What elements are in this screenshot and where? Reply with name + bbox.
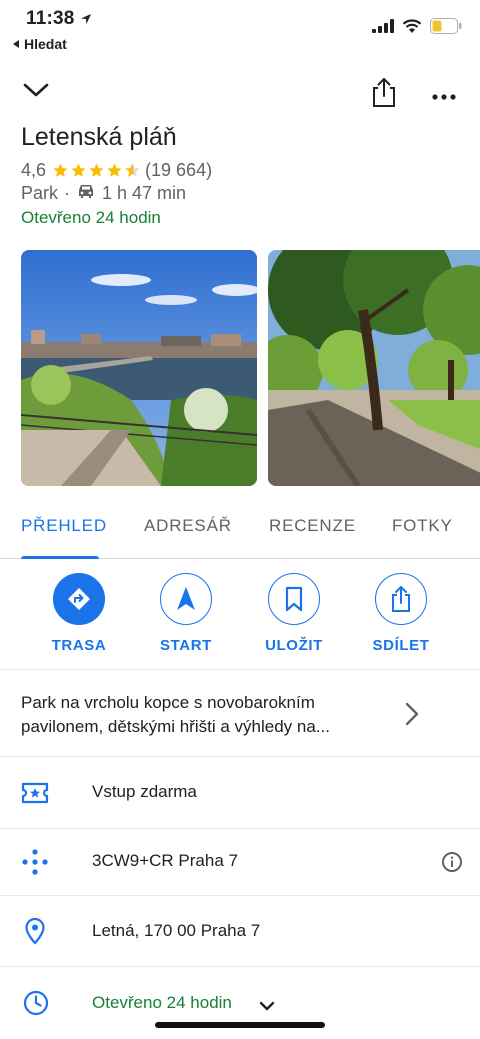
collapse-chevron-icon[interactable]: [22, 80, 50, 105]
start-label: START: [160, 637, 212, 654]
save-label: ULOŽIT: [265, 637, 323, 654]
photo-city-view[interactable]: [21, 250, 257, 486]
tab-fotky[interactable]: FOTKY: [392, 516, 453, 536]
start-button[interactable]: START: [136, 573, 236, 654]
action-buttons: TRASA START ULOŽIT SDÍLET: [0, 560, 480, 670]
hours-row[interactable]: Otevřeno 24 hodin: [0, 968, 480, 1039]
chevron-right-icon: [404, 701, 420, 732]
directions-label: TRASA: [51, 637, 107, 654]
open-status: Otevřeno 24 hodin: [21, 208, 161, 227]
share-icon[interactable]: [370, 76, 398, 113]
directions-icon: [53, 573, 105, 625]
separator-dot: ·: [64, 183, 71, 203]
admission-row[interactable]: Vstup zdarma: [0, 758, 480, 829]
top-action-bar: [0, 70, 480, 114]
address-row[interactable]: Letná, 170 00 Praha 7: [0, 897, 480, 967]
back-triangle-icon: [13, 40, 19, 48]
category-label: Park: [21, 183, 59, 203]
share-label: SDÍLET: [372, 637, 430, 654]
category-row: Park · 1 h 47 min: [21, 183, 186, 204]
address-text: Letná, 170 00 Praha 7: [92, 921, 261, 940]
review-count: (19 664): [145, 159, 213, 180]
ticket-icon: [21, 781, 49, 810]
tab-adresar[interactable]: ADRESÁŘ: [144, 516, 232, 536]
bookmark-icon: [268, 573, 320, 625]
hours-text: Otevřeno 24 hodin: [92, 993, 232, 1012]
back-to-search-link[interactable]: Hledat: [13, 36, 67, 52]
admission-text: Vstup zdarma: [92, 782, 197, 801]
car-icon: [76, 183, 96, 204]
tab-prehled[interactable]: PŘEHLED: [21, 516, 107, 536]
navigation-icon: [160, 573, 212, 625]
tab-bar: PŘEHLED ADRESÁŘ RECENZE FOTKY: [0, 505, 480, 559]
directions-button[interactable]: TRASA: [29, 573, 129, 654]
location-arrow-icon: [80, 12, 92, 30]
place-description: Park na vrcholu kopce s novobarokním pav…: [21, 693, 330, 736]
star-icon: [107, 162, 122, 177]
wifi-icon: [402, 18, 422, 33]
location-pin-icon: [24, 917, 46, 950]
plus-code-icon: [21, 848, 49, 881]
status-time: 11:38: [26, 8, 75, 29]
status-bar: 11:38 Hledat: [0, 0, 480, 56]
save-button[interactable]: ULOŽIT: [244, 573, 344, 654]
rating-stars: [52, 162, 142, 179]
star-icon: [89, 162, 104, 177]
signal-icon: [372, 19, 394, 33]
plus-code-row[interactable]: 3CW9+CR Praha 7: [0, 830, 480, 896]
share-button[interactable]: SDÍLET: [351, 573, 451, 654]
rating-value: 4,6: [21, 159, 47, 180]
share-icon: [375, 573, 427, 625]
place-title: Letenská pláň: [21, 123, 177, 151]
rating-row[interactable]: 4,6 (19 664): [21, 158, 212, 182]
home-indicator[interactable]: [155, 1022, 325, 1028]
star-icon: [53, 162, 68, 177]
star-half-icon: [125, 162, 140, 177]
status-icons: [372, 18, 462, 34]
chevron-down-icon[interactable]: [259, 998, 275, 1016]
back-label: Hledat: [24, 36, 67, 52]
battery-icon: [430, 18, 462, 34]
photo-carousel[interactable]: [21, 250, 480, 486]
travel-time: 1 h 47 min: [102, 183, 187, 203]
active-tab-indicator: [21, 556, 99, 559]
info-icon[interactable]: [441, 851, 463, 878]
plus-code-text: 3CW9+CR Praha 7: [92, 851, 238, 870]
clock-icon: [23, 990, 49, 1021]
photo-park-trees[interactable]: [268, 250, 480, 486]
more-options-icon[interactable]: [432, 88, 456, 106]
description-row[interactable]: Park na vrcholu kopce s novobarokním pav…: [0, 671, 480, 757]
tab-recenze[interactable]: RECENZE: [269, 516, 356, 536]
star-icon: [71, 162, 86, 177]
